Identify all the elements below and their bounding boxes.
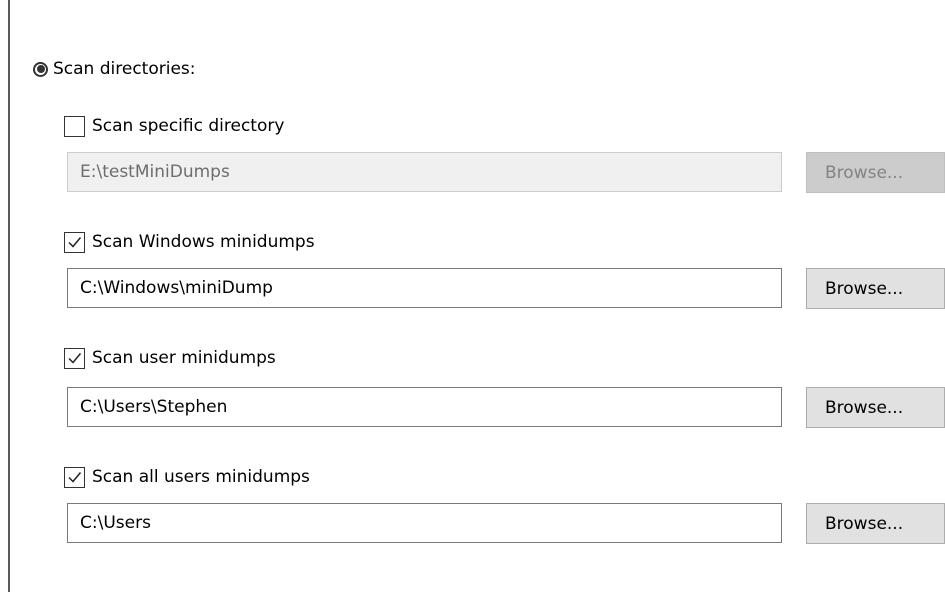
panel-left-border bbox=[8, 0, 10, 592]
scan-all-users-minidumps-checkbox[interactable]: Scan all users minidumps bbox=[64, 465, 310, 489]
scan-windows-minidumps-label: Scan Windows minidumps bbox=[92, 232, 315, 252]
checkbox-checked-icon bbox=[64, 466, 85, 488]
scan-specific-directory-label: Scan specific directory bbox=[92, 116, 285, 136]
all-users-minidumps-browse-button[interactable]: Browse... bbox=[806, 503, 945, 544]
scan-specific-directory-checkbox[interactable]: Scan specific directory bbox=[64, 114, 284, 138]
radio-selected-icon bbox=[33, 61, 48, 77]
checkbox-checked-icon bbox=[64, 347, 85, 369]
scan-windows-minidumps-checkbox[interactable]: Scan Windows minidumps bbox=[64, 230, 315, 254]
scan-directories-radio[interactable]: Scan directories: bbox=[33, 57, 196, 81]
all-users-minidumps-path-input[interactable]: C:\Users bbox=[67, 503, 782, 543]
user-minidumps-browse-button[interactable]: Browse... bbox=[806, 387, 945, 428]
scan-all-users-minidumps-label: Scan all users minidumps bbox=[92, 467, 310, 487]
windows-minidumps-browse-button[interactable]: Browse... bbox=[806, 268, 945, 309]
scan-directories-label: Scan directories: bbox=[53, 59, 196, 79]
user-minidumps-path-input[interactable]: C:\Users\Stephen bbox=[67, 387, 782, 427]
scan-user-minidumps-label: Scan user minidumps bbox=[92, 348, 276, 368]
checkbox-checked-icon bbox=[64, 231, 85, 253]
specific-directory-browse-button[interactable]: Browse... bbox=[806, 152, 945, 193]
scan-user-minidumps-checkbox[interactable]: Scan user minidumps bbox=[64, 346, 276, 370]
windows-minidumps-path-input[interactable]: C:\Windows\miniDump bbox=[67, 268, 782, 308]
checkbox-unchecked-icon bbox=[64, 115, 85, 137]
specific-directory-path-input[interactable]: E:\testMiniDumps bbox=[67, 152, 782, 192]
